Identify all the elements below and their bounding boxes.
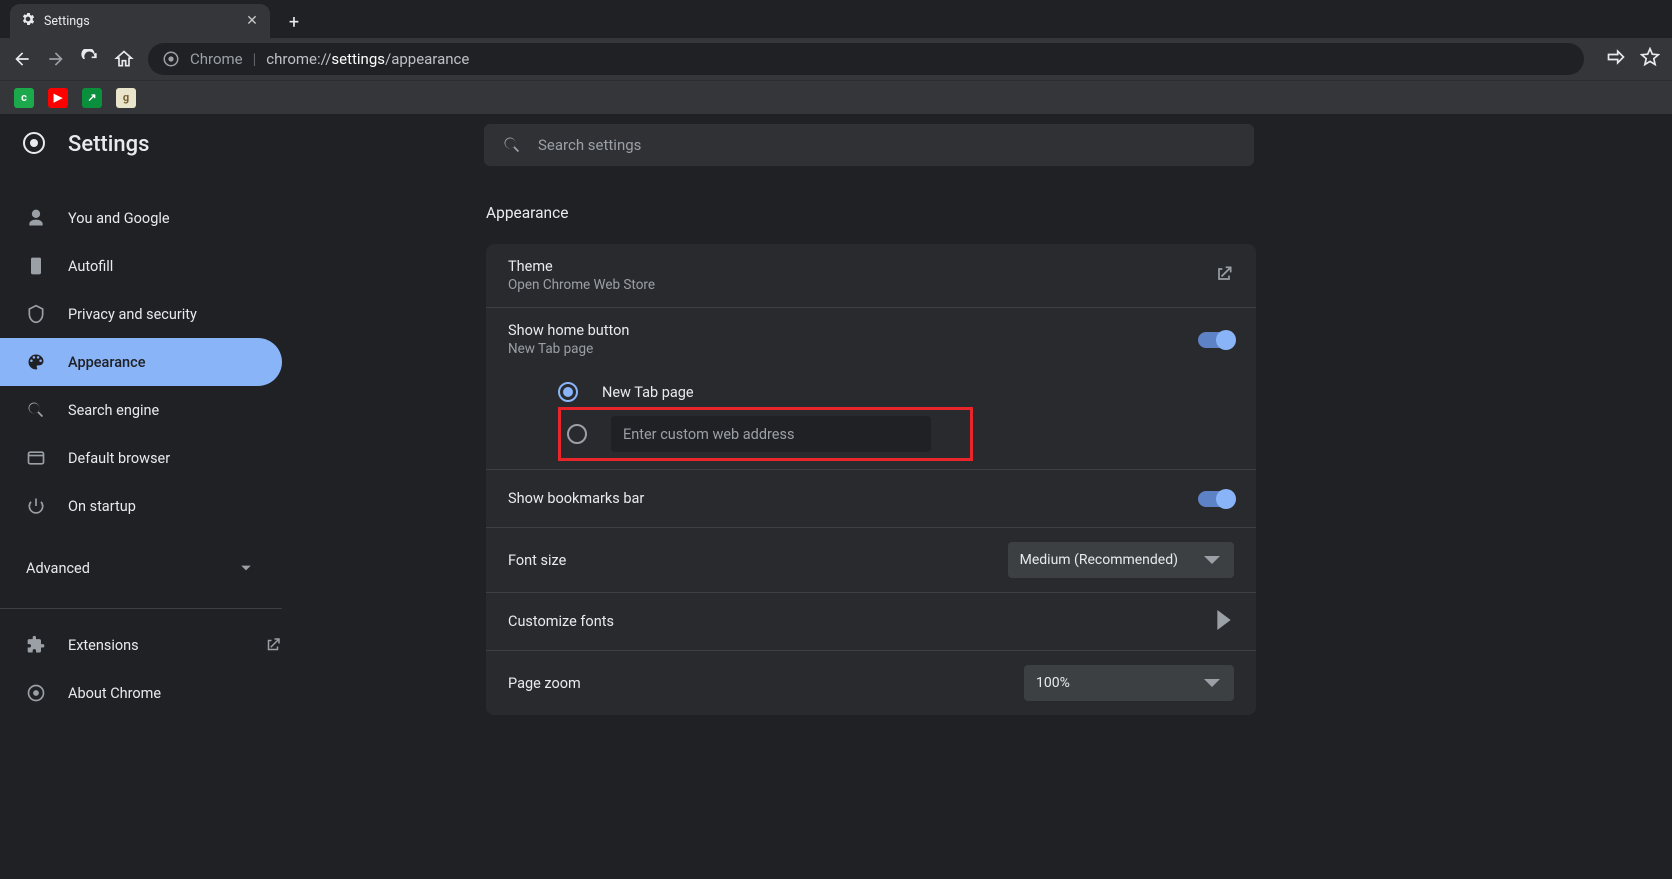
back-button[interactable] xyxy=(12,49,32,69)
external-link-icon xyxy=(264,636,282,654)
chrome-icon xyxy=(162,50,180,68)
theme-row[interactable]: ThemeOpen Chrome Web Store xyxy=(486,244,1256,308)
sidebar-item-label: About Chrome xyxy=(68,685,161,702)
home-button-row: Show home buttonNew Tab page New Tab pag… xyxy=(486,308,1256,470)
chevron-down-icon xyxy=(1202,673,1222,693)
sidebar-item-label: Autofill xyxy=(68,258,113,275)
section-title: Appearance xyxy=(486,204,1672,222)
home-button[interactable] xyxy=(114,49,134,69)
sidebar-item-label: Search engine xyxy=(68,402,159,419)
sidebar-item-default-browser[interactable]: Default browser xyxy=(0,434,282,482)
main-content: Appearance ThemeOpen Chrome Web Store Sh… xyxy=(282,176,1672,879)
bookmark-item[interactable]: c xyxy=(14,88,34,108)
chevron-down-icon xyxy=(1202,550,1222,570)
sidebar-item-autofill[interactable]: Autofill xyxy=(0,242,282,290)
radio-label: New Tab page xyxy=(602,384,694,401)
sidebar-item-label: You and Google xyxy=(68,210,170,227)
sidebar-item-label: Appearance xyxy=(68,354,145,371)
new-tab-button[interactable]: + xyxy=(280,8,308,36)
gear-icon xyxy=(20,11,36,31)
sidebar-item-label: Extensions xyxy=(68,637,242,654)
chevron-down-icon xyxy=(240,562,252,574)
sidebar-item-label: Privacy and security xyxy=(68,306,197,323)
bookmark-item[interactable]: ▶ xyxy=(48,88,68,108)
sidebar-item-privacy[interactable]: Privacy and security xyxy=(0,290,282,338)
reload-button[interactable] xyxy=(80,49,100,69)
forward-button[interactable] xyxy=(46,49,66,69)
omnibox-url: chrome://settings/appearance xyxy=(266,50,469,68)
browser-tab[interactable]: Settings ✕ xyxy=(10,4,270,38)
home-option-custom-radio[interactable] xyxy=(567,424,587,444)
sidebar-item-you-and-google[interactable]: You and Google xyxy=(0,194,282,242)
tab-title: Settings xyxy=(44,14,236,29)
chrome-icon xyxy=(22,131,46,159)
tab-strip: Settings ✕ + xyxy=(0,0,1672,38)
bookmarks-bar-row: Show bookmarks bar xyxy=(486,470,1256,528)
browser-toolbar: Chrome | chrome://settings/appearance xyxy=(0,38,1672,80)
search-icon xyxy=(502,135,522,155)
settings-search[interactable] xyxy=(484,124,1254,166)
page-zoom-select[interactable]: 100% xyxy=(1024,665,1234,701)
close-icon[interactable]: ✕ xyxy=(244,13,260,29)
sidebar-item-extensions[interactable]: Extensions xyxy=(0,621,282,669)
sidebar-advanced-toggle[interactable]: Advanced xyxy=(0,540,282,596)
font-size-row: Font size Medium (Recommended) xyxy=(486,528,1256,593)
sidebar-item-appearance[interactable]: Appearance xyxy=(0,338,282,386)
sidebar: You and Google Autofill Privacy and secu… xyxy=(0,176,282,879)
highlight-box xyxy=(558,407,973,461)
chevron-right-icon xyxy=(1214,610,1234,634)
sidebar-item-search-engine[interactable]: Search engine xyxy=(0,386,282,434)
omnibox-prefix: Chrome xyxy=(190,50,243,68)
sidebar-item-about-chrome[interactable]: About Chrome xyxy=(0,669,282,717)
sidebar-item-label: On startup xyxy=(68,498,136,515)
sidebar-item-label: Advanced xyxy=(26,560,90,577)
radio-icon xyxy=(558,382,578,402)
bookmark-item[interactable]: g xyxy=(116,88,136,108)
customize-fonts-row[interactable]: Customize fonts xyxy=(486,593,1256,651)
bookmark-item[interactable]: ↗ xyxy=(82,88,102,108)
font-size-select[interactable]: Medium (Recommended) xyxy=(1008,542,1234,578)
settings-search-input[interactable] xyxy=(538,136,1236,154)
sidebar-item-label: Default browser xyxy=(68,450,170,467)
share-icon[interactable] xyxy=(1606,47,1626,71)
home-button-toggle[interactable] xyxy=(1198,332,1234,348)
settings-app: Settings You and Google Autofill Privacy… xyxy=(0,114,1672,879)
external-link-icon xyxy=(1214,264,1234,288)
app-title: Settings xyxy=(68,132,149,157)
bookmarks-bar: c ▶ ↗ g xyxy=(0,80,1672,114)
bookmark-star-icon[interactable] xyxy=(1640,47,1660,71)
bookmarks-bar-toggle[interactable] xyxy=(1198,491,1234,507)
custom-homepage-input[interactable] xyxy=(611,416,931,452)
sidebar-item-on-startup[interactable]: On startup xyxy=(0,482,282,530)
omnibox[interactable]: Chrome | chrome://settings/appearance xyxy=(148,43,1584,75)
appearance-card: ThemeOpen Chrome Web Store Show home but… xyxy=(486,244,1256,715)
page-zoom-row: Page zoom 100% xyxy=(486,651,1256,715)
